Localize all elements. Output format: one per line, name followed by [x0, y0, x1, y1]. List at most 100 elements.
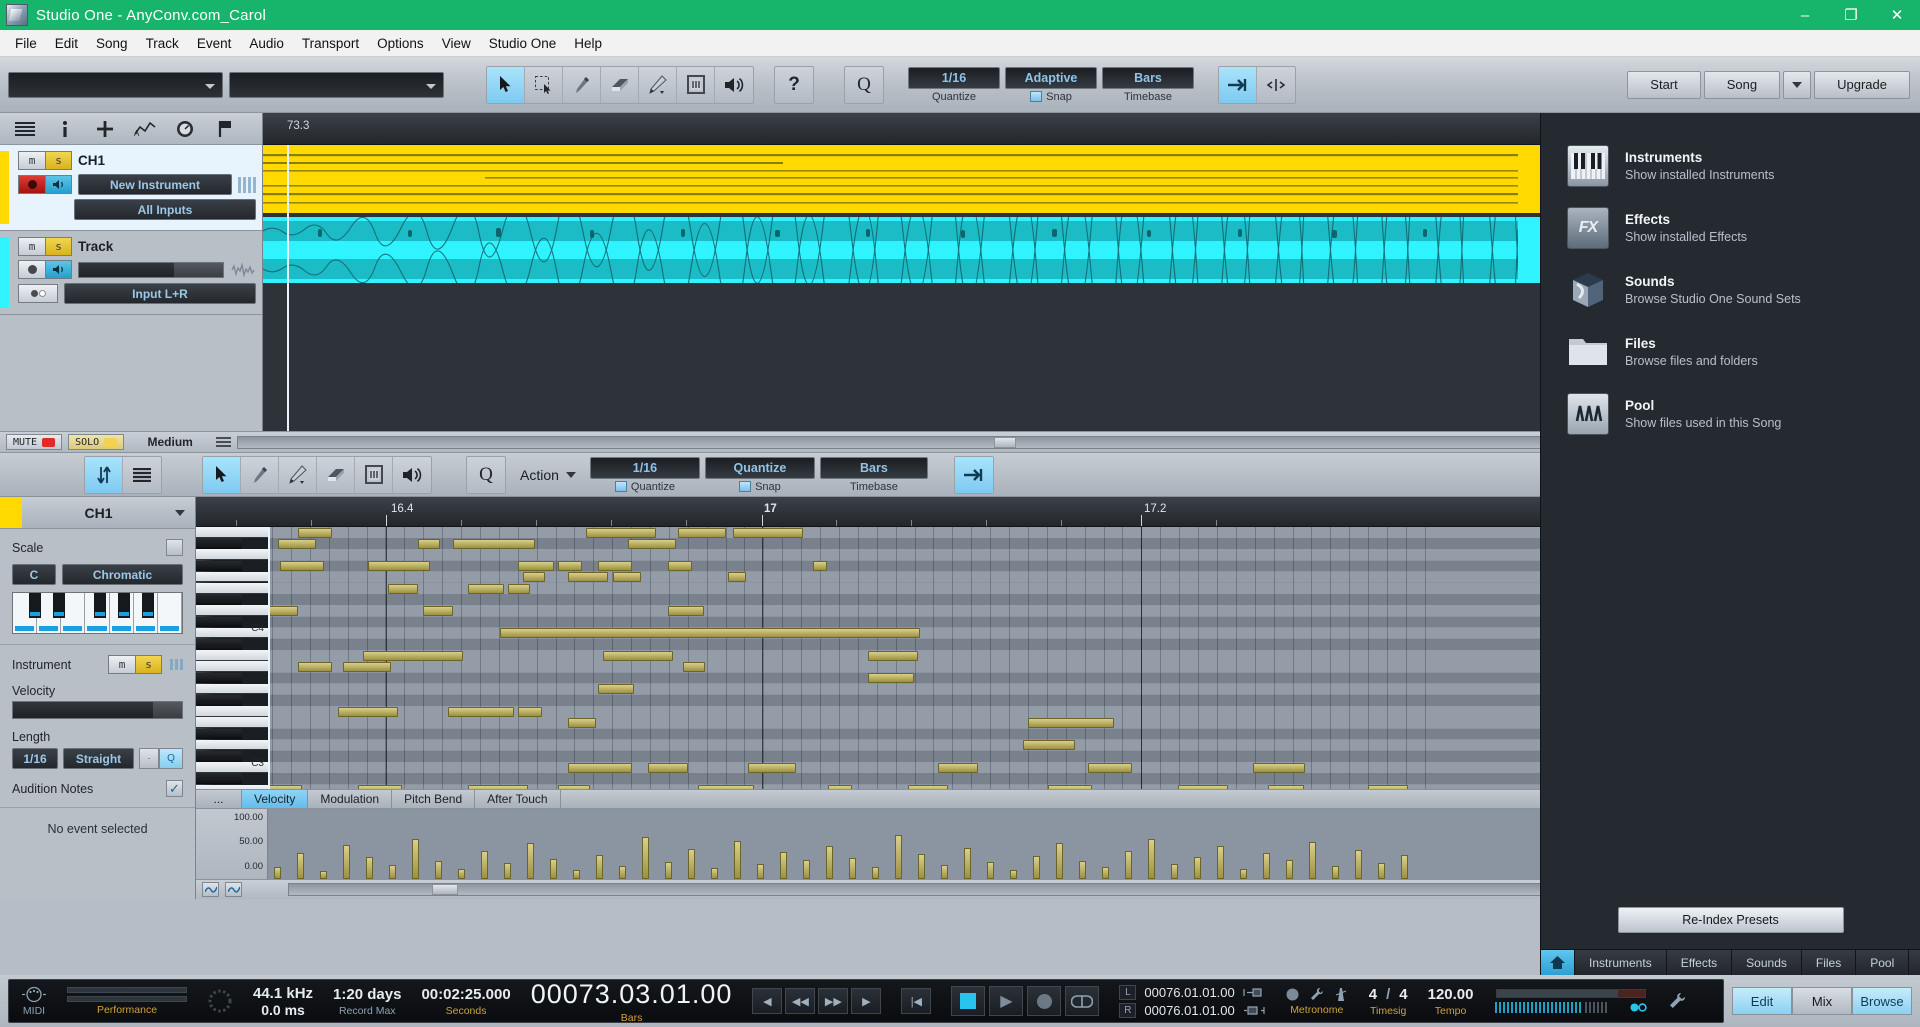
- midi-note[interactable]: [1253, 762, 1305, 773]
- midi-note[interactable]: [558, 561, 582, 572]
- samplerate-display[interactable]: 44.1 kHz 0.0 ms: [253, 985, 313, 1018]
- arrange-playhead[interactable]: [287, 145, 289, 431]
- piano-keyboard[interactable]: C4 C3: [196, 527, 268, 789]
- black-key[interactable]: [29, 593, 41, 618]
- midi-note[interactable]: [298, 527, 332, 538]
- previous-marker-button[interactable]: ◀: [752, 988, 783, 1014]
- midi-note[interactable]: [938, 762, 978, 773]
- track-mute-button[interactable]: m: [18, 237, 45, 256]
- lane-tab-velocity[interactable]: Velocity: [242, 790, 309, 808]
- midi-note[interactable]: [468, 785, 528, 789]
- stop-button[interactable]: [951, 986, 986, 1016]
- transport-settings[interactable]: [1668, 992, 1686, 1010]
- velocity-bar[interactable]: [596, 855, 603, 879]
- next-marker-button[interactable]: ▶: [851, 988, 882, 1014]
- midi-note[interactable]: [500, 628, 920, 639]
- midi-note[interactable]: [423, 606, 453, 616]
- velocity-bar[interactable]: [458, 869, 465, 879]
- menu-item-edit[interactable]: Edit: [46, 33, 87, 54]
- editor-timebase-value-box[interactable]: Bars Timebase: [819, 456, 928, 493]
- length-mode-button[interactable]: Straight: [63, 748, 134, 769]
- midi-note[interactable]: [668, 606, 704, 616]
- editor-arrow-tool-button[interactable]: [203, 456, 241, 493]
- piano-key-black[interactable]: [196, 751, 242, 762]
- fast-forward-button[interactable]: ▶▶: [818, 988, 849, 1014]
- midi-note[interactable]: [518, 561, 554, 572]
- velocity-bar[interactable]: [550, 859, 557, 879]
- track-record-arm-button[interactable]: [18, 175, 45, 194]
- menu-item-track[interactable]: Track: [137, 33, 188, 54]
- menu-item-event[interactable]: Event: [188, 33, 241, 54]
- browser-tab-files[interactable]: Files: [1802, 950, 1857, 975]
- velocity-bar[interactable]: [435, 861, 442, 879]
- browser-tab-effects[interactable]: Effects: [1667, 950, 1733, 975]
- menu-item-audio[interactable]: Audio: [240, 33, 293, 54]
- midi-note[interactable]: [733, 527, 803, 538]
- velocity-bar[interactable]: [389, 865, 396, 879]
- add-track-icon[interactable]: [94, 118, 116, 140]
- velocity-bar[interactable]: [642, 837, 649, 879]
- automation-icon[interactable]: A: [134, 118, 156, 140]
- listen-tool-button[interactable]: [715, 67, 753, 103]
- velocity-bar[interactable]: [826, 846, 833, 879]
- velocity-bar[interactable]: [366, 857, 373, 879]
- midi-note[interactable]: [1023, 740, 1075, 751]
- song-button[interactable]: Song: [1703, 70, 1781, 99]
- upgrade-button[interactable]: Upgrade: [1814, 70, 1910, 99]
- tempo-display[interactable]: 120.00 Tempo: [1428, 986, 1474, 1017]
- midi-note[interactable]: [568, 718, 596, 728]
- start-button[interactable]: Start: [1627, 70, 1701, 99]
- velocity-bar[interactable]: [849, 858, 856, 879]
- piano-key-black[interactable]: [196, 672, 242, 684]
- piano-key-black[interactable]: [196, 538, 242, 549]
- velocity-bar[interactable]: [1309, 842, 1316, 879]
- piano-key-white[interactable]: [196, 527, 268, 538]
- menu-item-studio-one[interactable]: Studio One: [480, 33, 566, 54]
- velocity-bar[interactable]: [573, 870, 580, 879]
- velocity-bar[interactable]: [320, 871, 327, 879]
- midi-note[interactable]: [648, 762, 688, 773]
- song-dropdown-button[interactable]: [1783, 70, 1812, 99]
- track-solo-button[interactable]: s: [45, 237, 72, 256]
- edit-mode-button[interactable]: Edit: [1732, 987, 1792, 1015]
- mute-tool-button[interactable]: [677, 66, 715, 103]
- midi-note[interactable]: [586, 527, 656, 538]
- piano-key-white[interactable]: [196, 661, 268, 673]
- midi-note[interactable]: [1268, 785, 1304, 789]
- menu-item-options[interactable]: Options: [368, 33, 433, 54]
- editor-mute-tool-button[interactable]: [355, 456, 393, 493]
- track-name[interactable]: Track: [78, 239, 113, 254]
- close-button[interactable]: ✕: [1874, 0, 1920, 30]
- velocity-bar[interactable]: [274, 867, 281, 879]
- track-list-menu-icon[interactable]: [14, 118, 36, 140]
- record-button[interactable]: [1027, 986, 1062, 1016]
- bars-display[interactable]: 00073.03.01.00 Bars: [531, 979, 733, 1024]
- browser-tab-sounds[interactable]: Sounds: [1732, 950, 1802, 975]
- maximize-button[interactable]: ❐: [1828, 0, 1874, 30]
- editor-autoscroll-button[interactable]: [954, 456, 993, 493]
- audition-notes-checkbox[interactable]: ✓: [166, 780, 183, 797]
- quantize-value-box[interactable]: 1/16 Quantize: [908, 66, 1000, 103]
- velocity-bar[interactable]: [1010, 870, 1017, 879]
- track-monitor-button[interactable]: [45, 175, 72, 194]
- velocity-bar[interactable]: [527, 843, 534, 879]
- menu-item-song[interactable]: Song: [87, 33, 137, 54]
- midi-note[interactable]: [343, 662, 391, 672]
- midi-note[interactable]: [363, 650, 463, 661]
- midi-note[interactable]: [598, 684, 634, 695]
- black-key[interactable]: [118, 593, 130, 618]
- browser-tab-instruments[interactable]: Instruments: [1575, 950, 1667, 975]
- velocity-bar[interactable]: [1033, 856, 1040, 879]
- lane-tab-modulation[interactable]: Modulation: [308, 790, 393, 808]
- velocity-bar[interactable]: [734, 841, 741, 879]
- editor-quantize-value-box[interactable]: 1/16 Quantize: [589, 456, 700, 493]
- browse-mode-button[interactable]: Browse: [1852, 987, 1912, 1015]
- menu-item-file[interactable]: File: [6, 33, 46, 54]
- loop-left-value[interactable]: 00076.01.01.00: [1144, 985, 1234, 1000]
- scale-type-button[interactable]: Chromatic: [62, 564, 183, 585]
- editor-paint-tool-button[interactable]: [279, 456, 317, 493]
- timebase-value-box[interactable]: Bars Timebase: [1102, 66, 1194, 103]
- track-stereo-toggle[interactable]: [18, 284, 58, 303]
- global-solo-button[interactable]: SOLO: [68, 434, 125, 450]
- track-input-button[interactable]: All Inputs: [74, 199, 256, 220]
